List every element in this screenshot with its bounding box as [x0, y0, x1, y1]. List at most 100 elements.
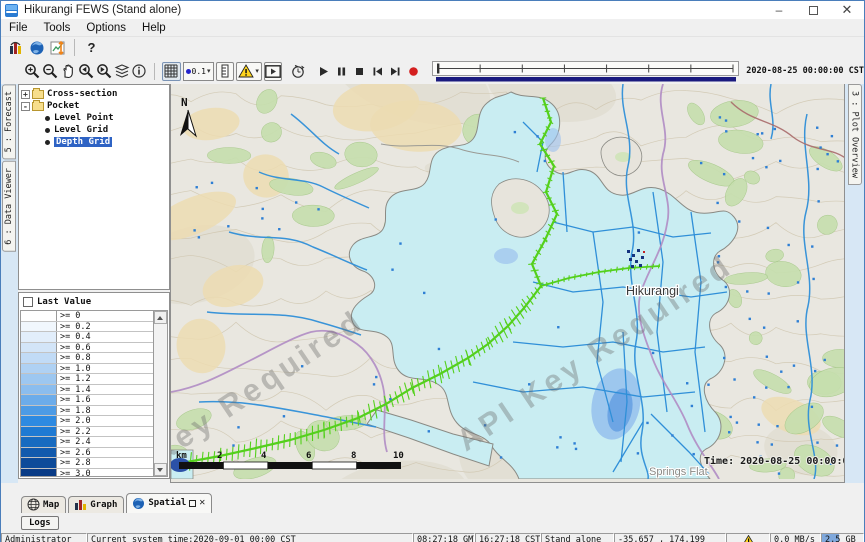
menu-help[interactable]: Help [134, 20, 174, 36]
legend-label: >= 0.6 [57, 343, 91, 353]
legend-scrollbar[interactable] [153, 311, 167, 476]
legend-swatch [21, 311, 57, 321]
classbreaks-dropdown[interactable]: 0.1 ▾ [183, 62, 214, 81]
scale-tick-label: 8 [351, 451, 356, 461]
chart-arrow-icon [50, 40, 66, 56]
tree-node-pocket[interactable]: - Pocket [21, 100, 167, 112]
legend-row[interactable]: >= 2.2 [21, 427, 153, 438]
tree-node-depth-grid[interactable]: Depth Grid [21, 136, 167, 148]
legend-label: >= 1.6 [57, 395, 91, 405]
tab-plot-overview[interactable]: 3 : Plot Overview [848, 84, 862, 185]
legend-row[interactable]: >= 1.6 [21, 395, 153, 406]
legend-row[interactable]: >= 0.2 [21, 322, 153, 333]
scroll-down-button[interactable] [154, 463, 167, 476]
zoom-next-button[interactable] [95, 62, 113, 81]
legend-row[interactable]: >= 0 [21, 311, 153, 322]
legend-label: >= 1.4 [57, 385, 91, 395]
zoom-out-button[interactable] [41, 62, 59, 81]
tree-node-label[interactable]: Cross-section [47, 89, 117, 99]
info-icon [131, 63, 147, 79]
tab-spatial[interactable]: Spatial ✕ [126, 493, 212, 513]
expand-icon[interactable]: + [21, 90, 30, 99]
thresholds-dropdown[interactable]: ▾ [236, 62, 262, 81]
tree-node-cross-section[interactable]: + Cross-section [21, 88, 167, 100]
timer-button[interactable] [289, 62, 307, 81]
play-button[interactable] [315, 62, 333, 81]
tab-graph[interactable]: Graph [68, 496, 124, 513]
restore-icon[interactable] [189, 500, 196, 507]
bottom-tab-bar: Map Graph Spatial ✕ [1, 491, 864, 513]
scalebar-toggle[interactable] [216, 62, 234, 81]
legend-header: Last Value [19, 293, 169, 310]
layers-button[interactable] [113, 62, 131, 81]
animation-button[interactable] [264, 62, 282, 81]
menu-options[interactable]: Options [78, 20, 134, 36]
tree-node-level-grid[interactable]: Level Grid [21, 124, 167, 136]
tab-forecast[interactable]: 5 : Forecast [2, 84, 16, 159]
tab-data-viewer[interactable]: 6 : Data Viewer [2, 161, 16, 252]
legend-row[interactable]: >= 0.8 [21, 353, 153, 364]
tab-map[interactable]: Map [21, 496, 66, 513]
tree-node-label[interactable]: Pocket [47, 101, 80, 111]
legend-row[interactable]: >= 2.4 [21, 437, 153, 448]
menu-bar: File Tools Options Help [1, 19, 864, 37]
timeseries-dialog-button[interactable] [47, 38, 68, 57]
zoom-in-button[interactable] [23, 62, 41, 81]
legend-row[interactable]: >= 3.0 [21, 469, 153, 478]
pause-button[interactable] [333, 62, 351, 81]
legend-row[interactable]: >= 2.8 [21, 458, 153, 469]
legend-label: >= 1.2 [57, 374, 91, 384]
spatial-display-button[interactable] [26, 38, 47, 57]
tree-node-level-point[interactable]: Level Point [21, 112, 167, 124]
legend-label: >= 3.0 [57, 469, 91, 478]
info-button[interactable] [131, 62, 149, 81]
legend-swatch [21, 322, 57, 332]
database-viewer-button[interactable] [5, 38, 26, 57]
pan-button[interactable] [59, 62, 77, 81]
time-slider-track[interactable] [432, 60, 740, 82]
scale-tick-label: 2 [217, 451, 222, 461]
step-to-start-button[interactable] [369, 62, 387, 81]
skip-end-icon [389, 65, 402, 78]
help-button[interactable]: ? [81, 38, 102, 57]
legend-title: Last Value [37, 297, 91, 307]
legend-row[interactable]: >= 2.0 [21, 416, 153, 427]
collapse-icon[interactable]: - [21, 102, 30, 111]
map-canvas[interactable]: API Key Required API Key Required Hikura… [171, 84, 845, 479]
legend-row[interactable]: >= 0.6 [21, 343, 153, 354]
scale-tick-label: 10 [393, 451, 404, 461]
legend-row[interactable]: >= 1.2 [21, 374, 153, 385]
minimize-button[interactable]: – [762, 1, 796, 19]
menu-tools[interactable]: Tools [36, 20, 79, 36]
zoom-next-icon [96, 63, 112, 79]
tree-node-label[interactable]: Level Point [54, 113, 114, 123]
legend-row[interactable]: >= 0.4 [21, 332, 153, 343]
legend-row[interactable]: >= 1.0 [21, 364, 153, 375]
left-tab-strip: 5 : Forecast 6 : Data Viewer [1, 84, 18, 483]
record-button[interactable] [404, 62, 422, 81]
last-value-checkbox[interactable] [23, 297, 33, 307]
legend-row[interactable]: >= 2.6 [21, 448, 153, 459]
legend-row[interactable]: >= 1.8 [21, 406, 153, 417]
close-tab-icon[interactable]: ✕ [199, 499, 205, 507]
menu-file[interactable]: File [1, 20, 36, 36]
tree-node-label[interactable]: Level Grid [54, 125, 108, 135]
logs-button[interactable]: Logs [21, 516, 59, 530]
status-warning-cell[interactable] [726, 533, 770, 542]
close-button[interactable]: ✕ [830, 1, 864, 19]
step-to-end-button[interactable] [386, 62, 404, 81]
legend-row[interactable]: >= 1.4 [21, 385, 153, 396]
tab-map-label: Map [43, 500, 59, 510]
slider-handle[interactable] [437, 64, 439, 74]
tree-node-label-selected[interactable]: Depth Grid [54, 137, 112, 147]
maximize-button[interactable] [796, 1, 830, 19]
scale-tick-label: 6 [306, 451, 311, 461]
zoom-previous-icon [78, 63, 94, 79]
legend-swatch [21, 364, 57, 374]
zoom-previous-button[interactable] [77, 62, 95, 81]
grid-display-toggle[interactable] [162, 62, 180, 81]
scroll-up-button[interactable] [154, 311, 167, 324]
time-slider[interactable] [432, 60, 740, 82]
stop-button[interactable] [351, 62, 369, 81]
data-viewer-panel: + Cross-section - Pocket Level Point Lev… [18, 84, 170, 483]
